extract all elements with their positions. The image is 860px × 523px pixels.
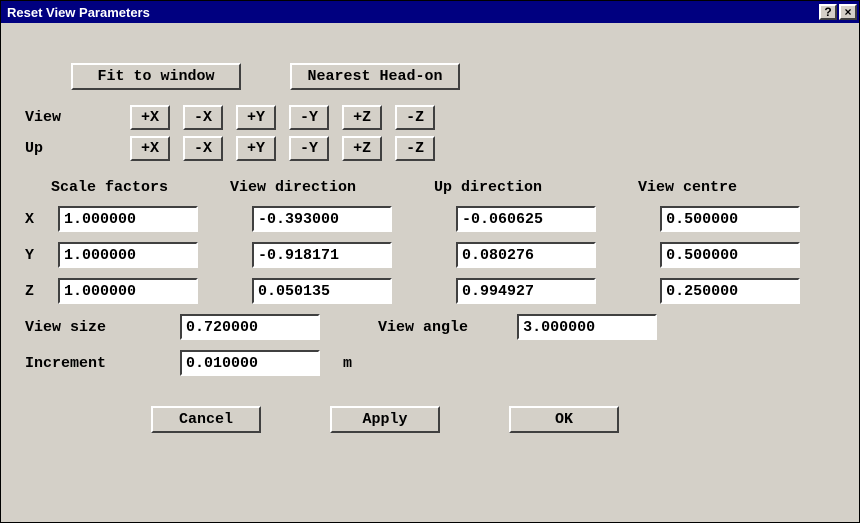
- view-plus-z-button[interactable]: +Z: [342, 105, 382, 130]
- centre-y-input[interactable]: 0.500000: [660, 242, 800, 268]
- viewdir-y-input[interactable]: -0.918171: [252, 242, 392, 268]
- column-headers: Scale factors View direction Up directio…: [21, 179, 839, 196]
- x-row: X 1.000000 -0.393000 -0.060625 0.500000: [21, 206, 839, 232]
- apply-button[interactable]: Apply: [330, 406, 440, 433]
- scale-factors-header: Scale factors: [21, 179, 221, 196]
- view-size-row: View size 0.720000 View angle 3.000000: [21, 314, 839, 340]
- up-minus-z-button[interactable]: -Z: [395, 136, 435, 161]
- close-button[interactable]: ×: [839, 4, 857, 20]
- y-row-label: Y: [21, 247, 49, 264]
- view-angle-input[interactable]: 3.000000: [517, 314, 657, 340]
- view-minus-x-button[interactable]: -X: [183, 105, 223, 130]
- view-plus-x-button[interactable]: +X: [130, 105, 170, 130]
- up-axis-row: Up +X -X +Y -Y +Z -Z: [21, 136, 839, 161]
- top-button-row: Fit to window Nearest Head-on: [71, 63, 839, 90]
- window-title: Reset View Parameters: [7, 5, 817, 20]
- up-plus-x-button[interactable]: +X: [130, 136, 170, 161]
- up-minus-y-button[interactable]: -Y: [289, 136, 329, 161]
- updir-x-input[interactable]: -0.060625: [456, 206, 596, 232]
- view-size-label: View size: [21, 319, 171, 336]
- cancel-button[interactable]: Cancel: [151, 406, 261, 433]
- up-label: Up: [21, 140, 121, 157]
- up-plus-y-button[interactable]: +Y: [236, 136, 276, 161]
- view-plus-y-button[interactable]: +Y: [236, 105, 276, 130]
- dialog-window: Reset View Parameters ? × Fit to window …: [0, 0, 860, 523]
- title-bar: Reset View Parameters ? ×: [1, 1, 859, 23]
- up-direction-header: Up direction: [434, 179, 629, 196]
- view-direction-header: View direction: [230, 179, 425, 196]
- view-minus-y-button[interactable]: -Y: [289, 105, 329, 130]
- increment-input[interactable]: 0.010000: [180, 350, 320, 376]
- updir-z-input[interactable]: 0.994927: [456, 278, 596, 304]
- centre-z-input[interactable]: 0.250000: [660, 278, 800, 304]
- y-row: Y 1.000000 -0.918171 0.080276 0.500000: [21, 242, 839, 268]
- dialog-content: Fit to window Nearest Head-on View +X -X…: [1, 23, 859, 453]
- view-minus-z-button[interactable]: -Z: [395, 105, 435, 130]
- help-button[interactable]: ?: [819, 4, 837, 20]
- scale-z-input[interactable]: 1.000000: [58, 278, 198, 304]
- up-plus-z-button[interactable]: +Z: [342, 136, 382, 161]
- nearest-head-on-button[interactable]: Nearest Head-on: [290, 63, 460, 90]
- increment-label: Increment: [21, 355, 171, 372]
- view-centre-header: View centre: [638, 179, 808, 196]
- fit-to-window-button[interactable]: Fit to window: [71, 63, 241, 90]
- ok-button[interactable]: OK: [509, 406, 619, 433]
- viewdir-x-input[interactable]: -0.393000: [252, 206, 392, 232]
- view-axis-row: View +X -X +Y -Y +Z -Z: [21, 105, 839, 130]
- view-size-input[interactable]: 0.720000: [180, 314, 320, 340]
- scale-x-input[interactable]: 1.000000: [58, 206, 198, 232]
- action-buttons: Cancel Apply OK: [21, 406, 839, 433]
- view-label: View: [21, 109, 121, 126]
- z-row-label: Z: [21, 283, 49, 300]
- x-row-label: X: [21, 211, 49, 228]
- increment-row: Increment 0.010000 m: [21, 350, 839, 376]
- scale-y-input[interactable]: 1.000000: [58, 242, 198, 268]
- z-row: Z 1.000000 0.050135 0.994927 0.250000: [21, 278, 839, 304]
- up-minus-x-button[interactable]: -X: [183, 136, 223, 161]
- centre-x-input[interactable]: 0.500000: [660, 206, 800, 232]
- updir-y-input[interactable]: 0.080276: [456, 242, 596, 268]
- viewdir-z-input[interactable]: 0.050135: [252, 278, 392, 304]
- view-angle-label: View angle: [378, 319, 508, 336]
- increment-unit: m: [343, 355, 352, 372]
